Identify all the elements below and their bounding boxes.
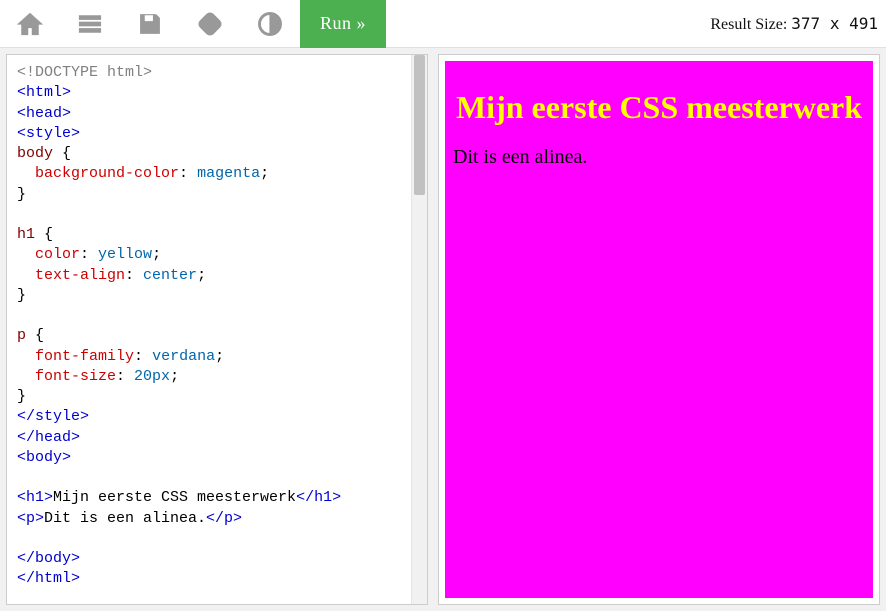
- result-size: Result Size: 377 x 491: [710, 14, 886, 34]
- editor-scrollbar[interactable]: [411, 55, 427, 604]
- result-x: x: [830, 14, 840, 33]
- menu-icon: [76, 10, 104, 38]
- preview-heading: Mijn eerste CSS meesterwerk: [453, 89, 865, 126]
- rotate-button[interactable]: [180, 0, 240, 48]
- result-width: 377: [791, 14, 820, 33]
- save-icon: [136, 10, 164, 38]
- rotate-icon: [196, 10, 224, 38]
- menu-button[interactable]: [60, 0, 120, 48]
- result-height: 491: [849, 14, 878, 33]
- code-editor[interactable]: <!DOCTYPE html> <html> <head> <style> bo…: [7, 55, 411, 604]
- theme-icon: [256, 10, 284, 38]
- preview-frame: Mijn eerste CSS meesterwerk Dit is een a…: [445, 61, 873, 598]
- workspace: <!DOCTYPE html> <html> <head> <style> bo…: [0, 48, 886, 611]
- theme-button[interactable]: [240, 0, 300, 48]
- preview-paragraph: Dit is een alinea.: [453, 146, 865, 169]
- run-button[interactable]: Run »: [300, 0, 386, 48]
- scrollbar-thumb[interactable]: [414, 55, 425, 195]
- run-label: Run »: [320, 13, 366, 34]
- home-button[interactable]: [0, 0, 60, 48]
- editor-panel: <!DOCTYPE html> <html> <head> <style> bo…: [6, 54, 428, 605]
- save-button[interactable]: [120, 0, 180, 48]
- toolbar: Run » Result Size: 377 x 491: [0, 0, 886, 48]
- home-icon: [16, 10, 44, 38]
- result-size-label: Result Size:: [710, 16, 787, 33]
- preview-panel: Mijn eerste CSS meesterwerk Dit is een a…: [438, 54, 880, 605]
